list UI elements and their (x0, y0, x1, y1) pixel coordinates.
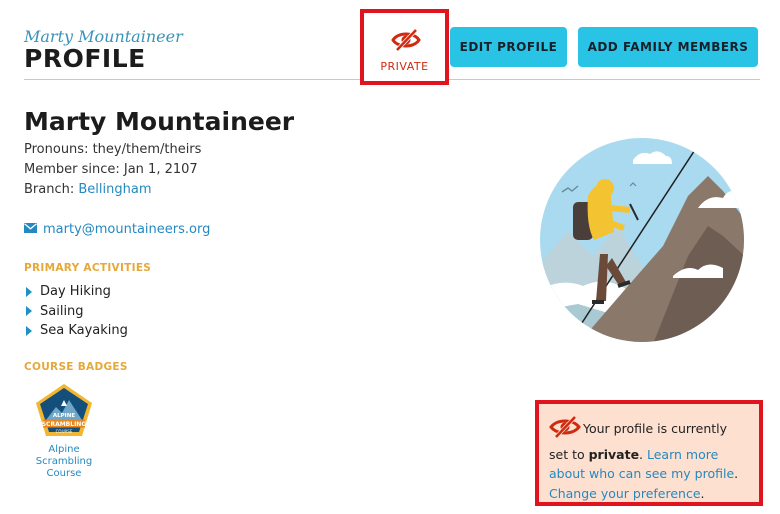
primary-activities-list: Day Hiking Sailing Sea Kayaking (26, 282, 128, 341)
badge-caption-line: Alpine (48, 444, 80, 455)
badge-line-3: COURSE (56, 429, 73, 434)
profile-illustration (538, 136, 750, 348)
email-link[interactable]: marty@mountaineers.org (43, 222, 210, 237)
eye-slash-icon (391, 27, 421, 57)
add-family-members-button[interactable]: ADD FAMILY MEMBERS (578, 27, 758, 67)
privacy-notice-text: Your profile is currently set to private… (549, 415, 749, 503)
privacy-notice: Your profile is currently set to private… (535, 400, 763, 506)
activity-label: Sailing (40, 303, 84, 319)
badge-caption-line: Scrambling (35, 456, 93, 467)
alpine-scrambling-badge[interactable]: ALPINE SCRAMBLING COURSE (33, 382, 95, 444)
badge-line-1: ALPINE (53, 413, 75, 419)
badge-caption-line: Course (46, 468, 82, 479)
profile-member-since: Member since: Jan 1, 2107 (24, 162, 198, 177)
profile-branch: Branch: Bellingham (24, 182, 152, 197)
caret-right-icon (26, 286, 32, 297)
edit-profile-button[interactable]: EDIT PROFILE (450, 27, 567, 67)
list-item: Sea Kayaking (26, 321, 128, 341)
list-item: Sailing (26, 302, 128, 322)
list-item: Day Hiking (26, 282, 128, 302)
page-title: PROFILE (24, 44, 146, 73)
profile-pronouns: Pronouns: they/them/theirs (24, 142, 202, 157)
notice-text-part: . (639, 446, 647, 462)
branch-link[interactable]: Bellingham (78, 182, 151, 197)
caret-right-icon (26, 306, 32, 317)
notice-text-part: . (734, 466, 739, 481)
privacy-status-button[interactable]: PRIVATE (360, 9, 449, 85)
activity-label: Day Hiking (40, 284, 111, 300)
privacy-status-label: PRIVATE (380, 60, 429, 73)
branch-prefix: Branch: (24, 182, 79, 197)
profile-email[interactable]: marty@mountaineers.org (24, 222, 210, 237)
notice-private-word: private (588, 446, 640, 462)
course-badges-label: COURSE BADGES (24, 361, 128, 373)
caret-right-icon (26, 325, 32, 336)
activity-label: Sea Kayaking (40, 323, 128, 339)
profile-name: Marty Mountaineer (24, 107, 295, 136)
envelope-icon (24, 222, 37, 237)
primary-activities-label: PRIMARY ACTIVITIES (24, 262, 152, 274)
badge-line-2: SCRAMBLING (42, 421, 87, 428)
change-preference-link[interactable]: Change your preference (549, 486, 701, 501)
badge-caption[interactable]: Alpine Scrambling Course (24, 444, 104, 480)
eye-slash-icon (549, 415, 581, 445)
notice-text-part: . (700, 485, 705, 501)
